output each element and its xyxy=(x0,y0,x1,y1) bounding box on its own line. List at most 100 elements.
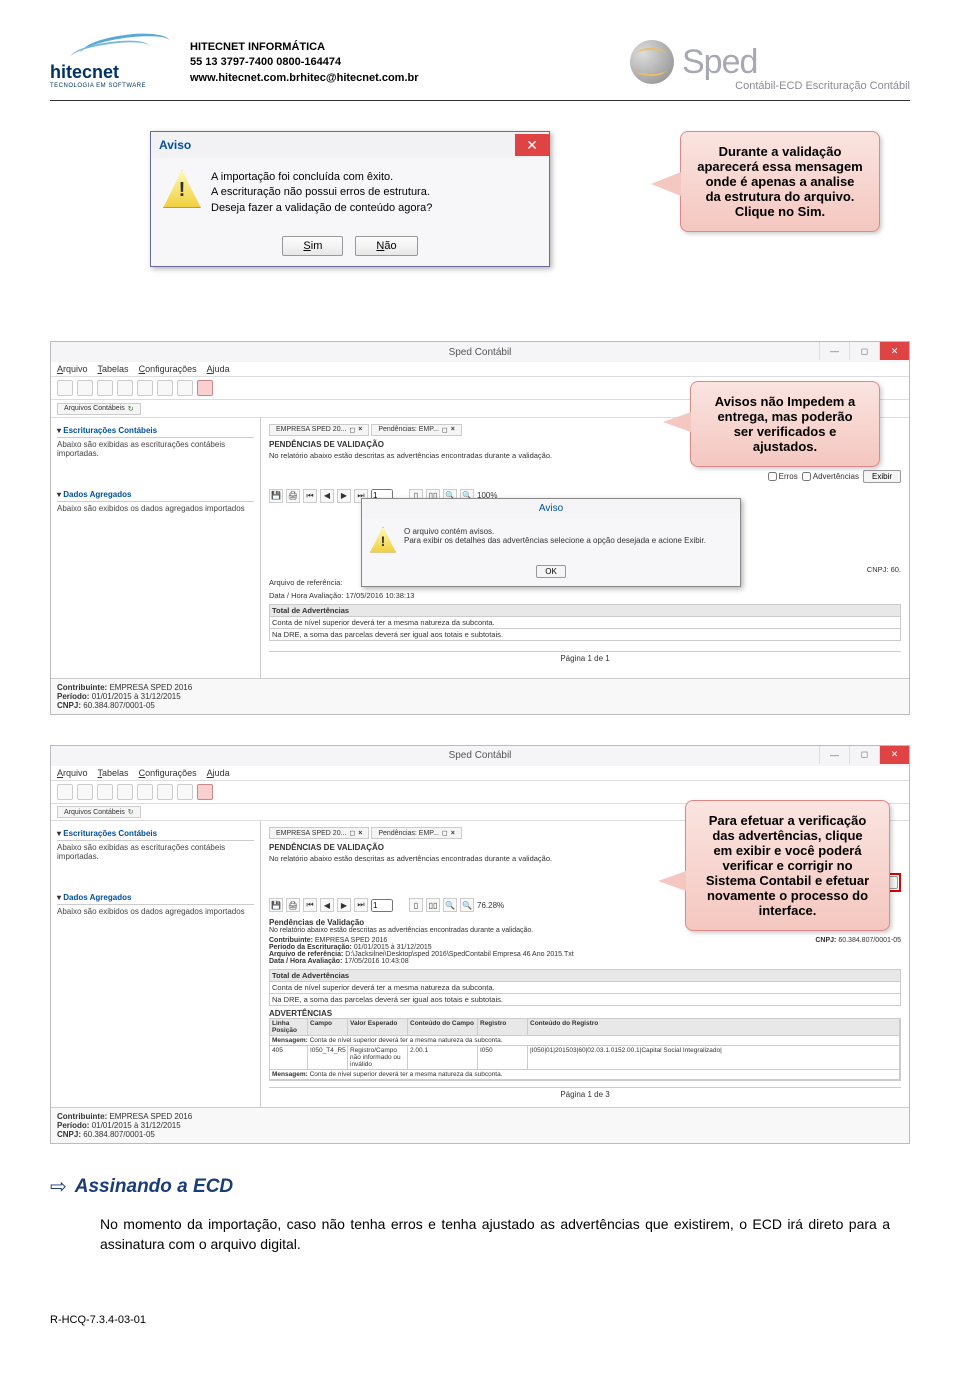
dialog-line: A escrituração não possui erros de estru… xyxy=(211,185,537,200)
dialog-title: Aviso xyxy=(159,138,191,152)
section-body: No momento da importação, caso não tenha… xyxy=(50,1215,910,1254)
footer-info: Contribuinte: EMPRESA SPED 2016 Período:… xyxy=(51,678,909,714)
toolbar-icon[interactable] xyxy=(97,784,113,800)
erros-checkbox[interactable]: Erros xyxy=(768,470,798,483)
page-input[interactable] xyxy=(371,899,393,912)
zoom-out-icon[interactable]: 🔍 xyxy=(443,898,457,912)
save-icon[interactable]: 💾 xyxy=(269,898,283,912)
side-head-escrituracoes[interactable]: Escriturações Contábeis xyxy=(57,827,254,841)
dt-value: 17/05/2016 10:43:08 xyxy=(344,958,408,965)
page-double-icon[interactable]: ▯▯ xyxy=(426,898,440,912)
sidebar: Escriturações Contábeis Abaixo são exibi… xyxy=(51,821,261,1107)
modal-titlebar[interactable]: Aviso xyxy=(362,499,740,519)
menu-ajuda[interactable]: Ajuda xyxy=(207,364,230,374)
toolbar-delete-icon[interactable] xyxy=(197,784,213,800)
tab-close-icon[interactable]: × xyxy=(358,426,362,433)
advertencias-checkbox[interactable]: Advertências xyxy=(802,470,859,483)
window-title: Sped Contábil xyxy=(449,750,512,761)
tab-pendencias[interactable]: Pendências: EMP... ◻ × xyxy=(371,424,461,436)
toolbar-icon[interactable] xyxy=(77,380,93,396)
side-head-dados[interactable]: Dados Agregados xyxy=(57,488,254,502)
close-icon[interactable]: ✕ xyxy=(515,134,549,156)
sidebar-tab-arquivos[interactable]: Arquivos Contábeis ↻ xyxy=(57,806,141,818)
print-icon[interactable]: 🖨 xyxy=(286,489,300,503)
side-head-escrituracoes[interactable]: Escriturações Contábeis xyxy=(57,424,254,438)
tab-pendencias[interactable]: Pendências: EMP... ◻ × xyxy=(371,827,461,839)
nav-prev-icon[interactable]: ◀ xyxy=(320,489,334,503)
tab-empresa[interactable]: EMPRESA SPED 20... ◻ × xyxy=(269,424,369,436)
side-note: Abaixo são exibidos os dados agregados i… xyxy=(57,504,254,513)
maximize-icon[interactable]: ◻ xyxy=(849,342,879,360)
window-titlebar[interactable]: Sped Contábil — ◻ ✕ xyxy=(51,342,909,362)
side-head-dados[interactable]: Dados Agregados xyxy=(57,891,254,905)
grid-cell: 2.00.1 xyxy=(408,1046,478,1070)
footer-periodo-label: Período: xyxy=(57,1121,89,1130)
nao-button[interactable]: Não xyxy=(355,236,417,256)
menu-tabelas[interactable]: Tabelas xyxy=(98,364,129,374)
nav-next-icon[interactable]: ▶ xyxy=(337,898,351,912)
zoom-in-icon[interactable]: 🔍 xyxy=(460,898,474,912)
side-note: Abaixo são exibidas as escriturações con… xyxy=(57,440,254,458)
menu-arquivo[interactable]: Arquivo xyxy=(57,364,88,374)
section-appwin-2: Para efetuar a verificação das advertênc… xyxy=(50,745,910,1145)
page-icon[interactable]: ▯ xyxy=(409,898,423,912)
company-info: HITECNET INFORMÁTICA 55 13 3797-7400 080… xyxy=(190,40,610,86)
menu-configuracoes[interactable]: Configurações xyxy=(139,364,197,374)
toolbar-icon[interactable] xyxy=(57,784,73,800)
menu-ajuda[interactable]: Ajuda xyxy=(207,768,230,778)
minimize-icon[interactable]: — xyxy=(819,342,849,360)
toolbar-icon[interactable] xyxy=(117,784,133,800)
toolbar-icon[interactable] xyxy=(77,784,93,800)
modal-line: Para exibir os detalhes das advertências… xyxy=(404,536,706,545)
sidebar-tab-arquivos[interactable]: Arquivos Contábeis ↻ xyxy=(57,403,141,415)
nav-first-icon[interactable]: ⏮ xyxy=(303,898,317,912)
toolbar-icon[interactable] xyxy=(177,784,193,800)
dialog-line: A importação foi concluída com êxito. xyxy=(211,170,537,185)
toolbar-icon[interactable] xyxy=(137,784,153,800)
advertencias-grid-title: ADVERTÊNCIAS xyxy=(269,1009,901,1018)
tab-close-icon[interactable]: × xyxy=(451,830,455,837)
minimize-icon[interactable]: — xyxy=(819,746,849,764)
maximize-icon[interactable]: ◻ xyxy=(849,746,879,764)
exibir-button[interactable]: Exibir xyxy=(863,470,901,483)
footer-periodo-label: Período: xyxy=(57,692,89,701)
nav-prev-icon[interactable]: ◀ xyxy=(320,898,334,912)
save-icon[interactable]: 💾 xyxy=(269,489,283,503)
sim-button[interactable]: Sim xyxy=(282,236,343,256)
close-icon[interactable]: ✕ xyxy=(879,342,909,360)
side-note: Abaixo são exibidas as escriturações con… xyxy=(57,843,254,861)
menu-tabelas[interactable]: Tabelas xyxy=(98,768,129,778)
menu-configuracoes[interactable]: Configurações xyxy=(139,768,197,778)
callout-text: Avisos não Impedem a entrega, mas poderã… xyxy=(715,394,855,454)
nav-next-icon[interactable]: ▶ xyxy=(337,489,351,503)
aviso-modal: Aviso O arquivo contém avisos. Para exib… xyxy=(361,498,741,587)
toolbar-icon[interactable] xyxy=(137,380,153,396)
ref-value: D:\Jacksilnei\Desktop\sped 2016\SpedCont… xyxy=(345,951,573,958)
toolbar-icon[interactable] xyxy=(157,784,173,800)
toolbar-delete-icon[interactable] xyxy=(197,380,213,396)
nav-last-icon[interactable]: ⏭ xyxy=(354,898,368,912)
company-phone: 55 13 3797-7400 0800-164474 xyxy=(190,55,610,70)
dialog-titlebar[interactable]: Aviso ✕ xyxy=(151,132,549,158)
toolbar-icon[interactable] xyxy=(157,380,173,396)
close-icon[interactable]: ✕ xyxy=(879,746,909,764)
print-icon[interactable]: 🖨 xyxy=(286,898,300,912)
sidebar: Escriturações Contábeis Abaixo são exibi… xyxy=(51,418,261,678)
tab-close-icon[interactable]: × xyxy=(358,830,362,837)
tab-close-icon[interactable]: × xyxy=(451,426,455,433)
window-titlebar[interactable]: Sped Contábil — ◻ ✕ xyxy=(51,746,909,766)
table-header: Total de Advertências xyxy=(269,604,901,617)
logo-text: hitecnet xyxy=(50,62,146,83)
toolbar-icon[interactable] xyxy=(57,380,73,396)
cnpj-label: CNPJ: xyxy=(815,937,836,944)
company-web-email[interactable]: www.hitecnet.com.brhitec@hitecnet.com.br xyxy=(190,72,419,84)
table-row: Conta de nível superior deverá ter a mes… xyxy=(269,982,901,994)
toolbar-icon[interactable] xyxy=(117,380,133,396)
menu-arquivo[interactable]: Arquivo xyxy=(57,768,88,778)
tab-empresa[interactable]: EMPRESA SPED 20... ◻ × xyxy=(269,827,369,839)
footer-info: Contribuinte: EMPRESA SPED 2016 Período:… xyxy=(51,1107,909,1143)
toolbar-icon[interactable] xyxy=(177,380,193,396)
nav-first-icon[interactable]: ⏮ xyxy=(303,489,317,503)
ok-button[interactable]: OK xyxy=(536,565,566,578)
toolbar-icon[interactable] xyxy=(97,380,113,396)
